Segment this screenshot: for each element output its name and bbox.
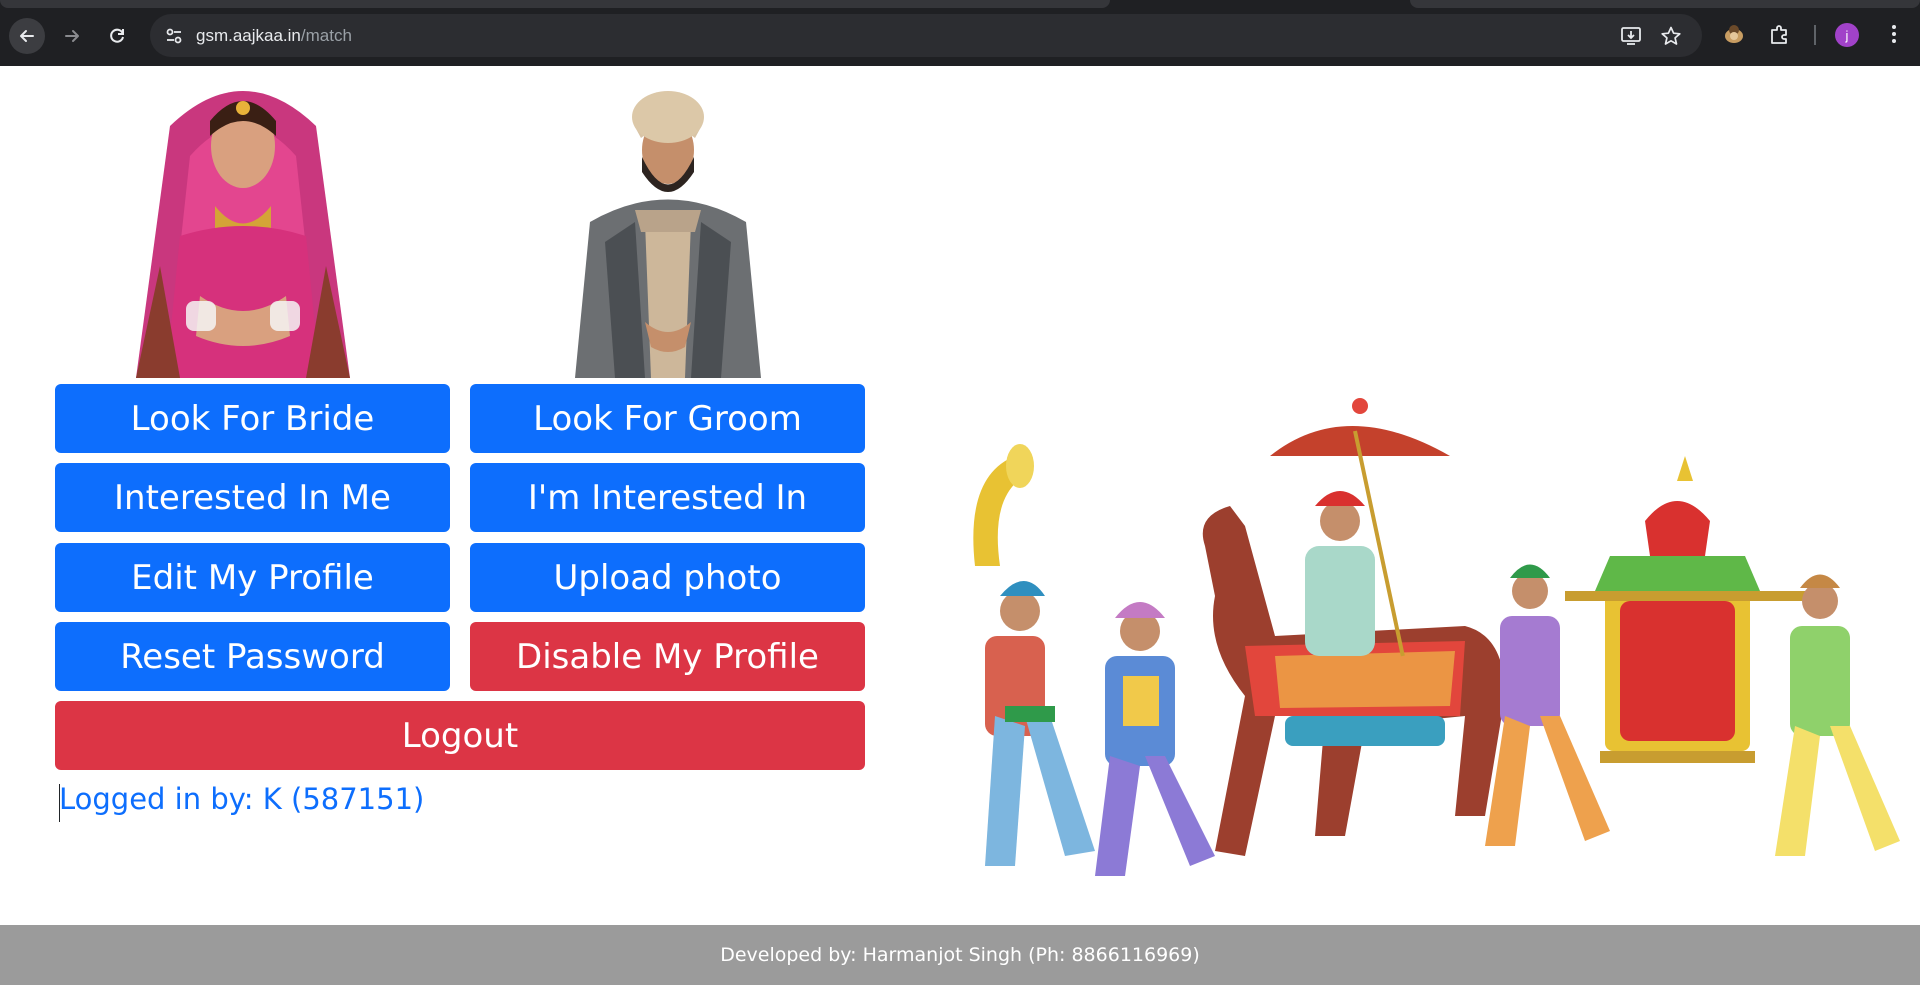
tab-inactive[interactable] — [1410, 0, 1920, 8]
url-text[interactable]: gsm.aajkaa.in/match — [196, 26, 352, 46]
extension-icon[interactable] — [1722, 22, 1746, 46]
arrow-right-icon — [65, 30, 79, 42]
tune-icon[interactable] — [164, 26, 184, 46]
tab-strip — [0, 0, 1920, 15]
install-app-icon[interactable] — [1620, 25, 1642, 47]
page-content: Look For Bride Look For Groom Interested… — [0, 66, 1920, 925]
star-icon[interactable] — [1660, 25, 1682, 47]
url-path: /match — [300, 26, 352, 45]
browser-toolbar: gsm.aajkaa.in/match j — [0, 0, 1920, 66]
reload-icon — [110, 28, 124, 43]
arrow-left-icon — [20, 30, 34, 42]
edit-my-profile-button[interactable]: Edit My Profile — [55, 543, 450, 612]
logged-in-status: Logged in by: K (587151) — [59, 782, 425, 816]
kebab-menu-icon[interactable] — [1882, 22, 1906, 46]
url-host: gsm.aajkaa.in — [196, 26, 301, 45]
avatar[interactable]: j — [1835, 23, 1859, 47]
tab-inactive[interactable] — [0, 0, 1110, 8]
upload-photo-button[interactable]: Upload photo — [470, 543, 865, 612]
reload-button[interactable] — [99, 18, 135, 54]
footer-credit: Developed by: Harmanjot Singh (Ph: 88661… — [720, 944, 1200, 966]
look-for-groom-button[interactable]: Look For Groom — [470, 384, 865, 453]
im-interested-in-button[interactable]: I'm Interested In — [470, 463, 865, 532]
logout-button[interactable]: Logout — [55, 701, 865, 770]
disable-my-profile-button[interactable]: Disable My Profile — [470, 622, 865, 691]
bride-photo — [136, 91, 350, 378]
reset-password-button[interactable]: Reset Password — [55, 622, 450, 691]
address-bar[interactable]: gsm.aajkaa.in/match — [150, 14, 1702, 57]
puzzle-icon[interactable] — [1768, 22, 1792, 46]
toolbar-divider — [1814, 25, 1816, 45]
interested-in-me-button[interactable]: Interested In Me — [55, 463, 450, 532]
back-button[interactable] — [9, 18, 45, 54]
wedding-procession-illustration — [973, 398, 1900, 876]
groom-photo — [575, 91, 761, 378]
footer: Developed by: Harmanjot Singh (Ph: 88661… — [0, 925, 1920, 985]
look-for-bride-button[interactable]: Look For Bride — [55, 384, 450, 453]
forward-button[interactable] — [54, 18, 90, 54]
